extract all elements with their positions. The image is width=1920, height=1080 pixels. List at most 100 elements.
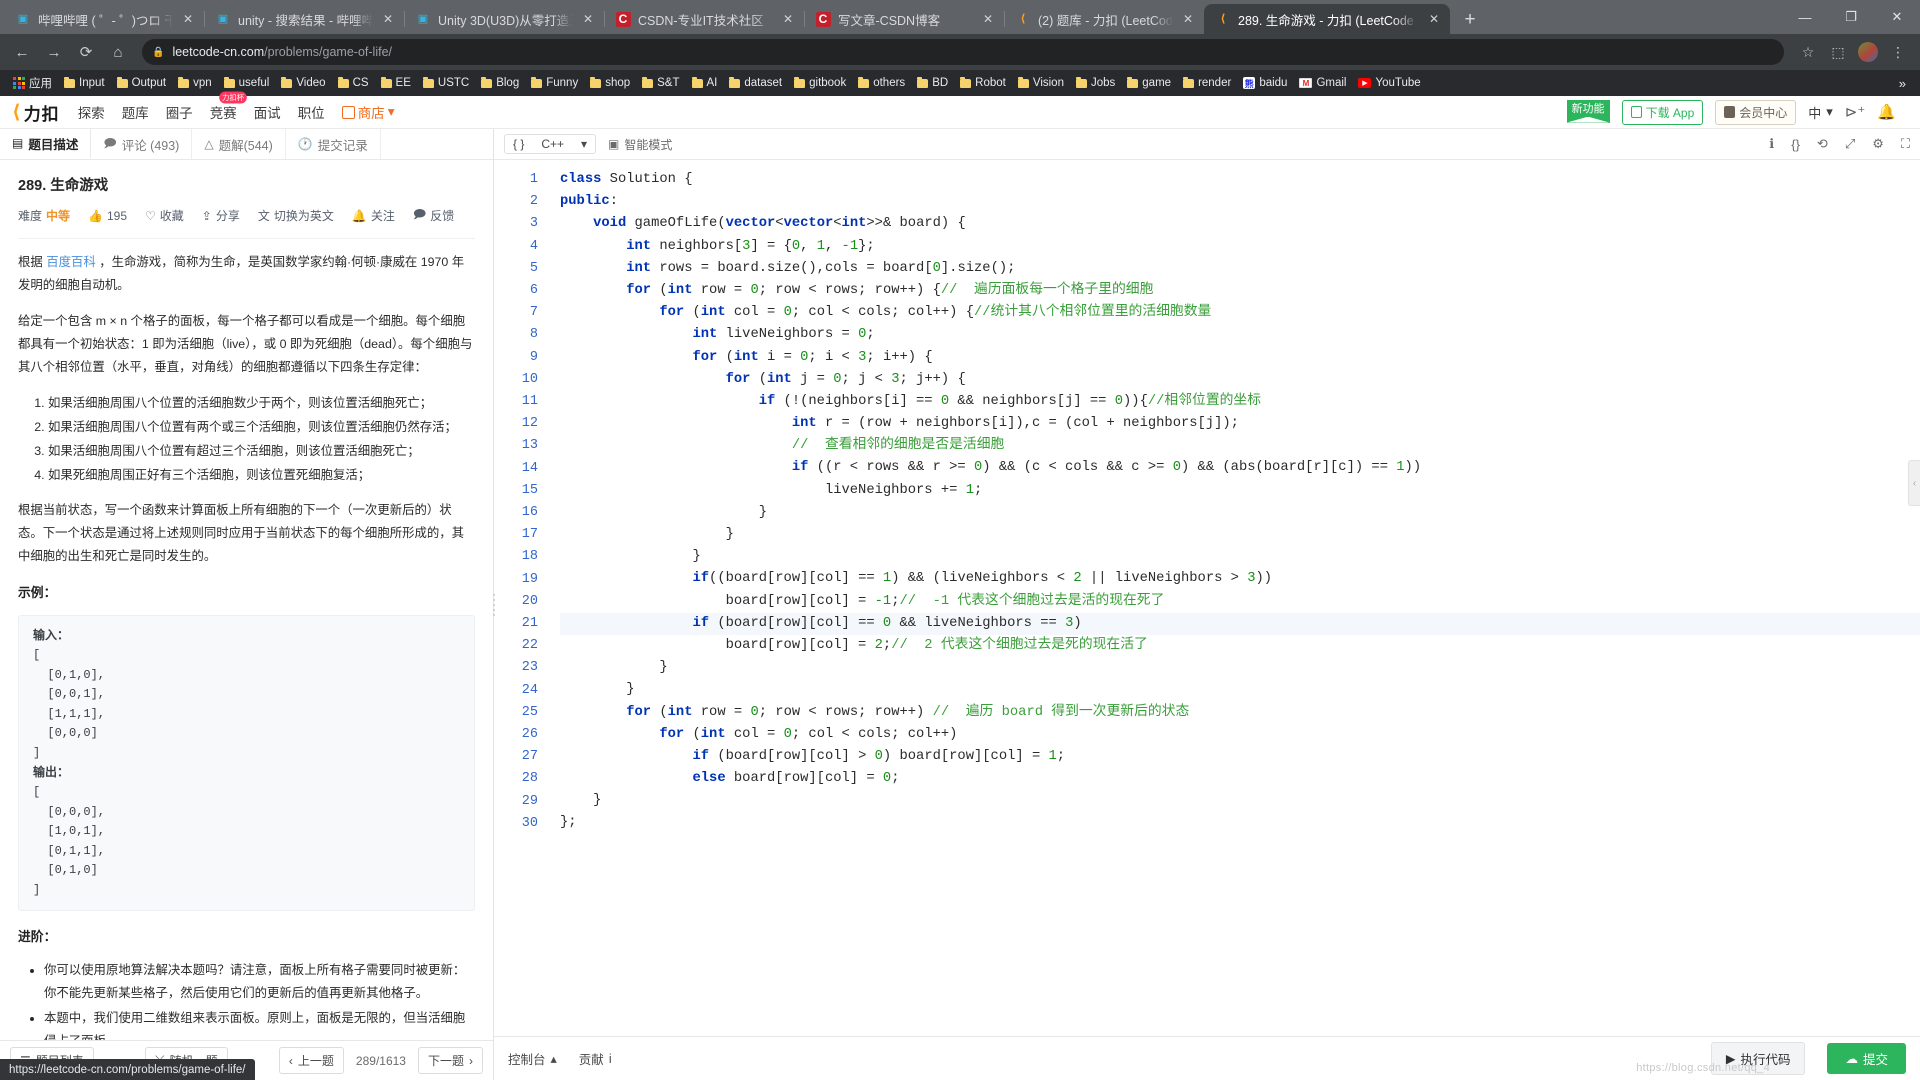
browser-tab[interactable]: C 写文章-CSDN博客 ✕: [804, 4, 1004, 34]
bookmark-vision[interactable]: Vision: [1012, 72, 1070, 94]
nav-item-circle[interactable]: 圈子: [166, 102, 193, 122]
nav-item-explore[interactable]: 探索: [78, 102, 105, 122]
leetcode-logo[interactable]: ⟨ 力扣: [12, 100, 60, 125]
code-text-area[interactable]: class Solution {public: void gameOfLife(…: [550, 160, 1920, 1036]
nav-item-jobs[interactable]: 职位: [298, 102, 325, 122]
bookmark-others[interactable]: others: [852, 72, 911, 94]
bookmarks-overflow-button[interactable]: »: [1892, 76, 1913, 91]
nav-item-problems[interactable]: 题库: [122, 102, 149, 122]
submit-button[interactable]: ☁ 提交: [1827, 1043, 1906, 1074]
bookmark-cs[interactable]: CS: [332, 72, 375, 94]
share-button[interactable]: ⇪ 分享: [202, 207, 240, 224]
address-bar[interactable]: 🔒 leetcode-cn.com/problems/game-of-life/: [142, 39, 1784, 65]
browser-tab[interactable]: ▣ 哔哩哔哩 ( ゜- ゜)つロ 干杯~-bili ✕: [4, 4, 204, 34]
line-number: 4: [529, 238, 538, 254]
forward-button[interactable]: →: [40, 38, 68, 66]
feedback-button[interactable]: 🗩 反馈: [413, 205, 454, 226]
next-problem-button[interactable]: 下一题 ›: [417, 1047, 483, 1074]
bookmark-apps[interactable]: 应用: [7, 72, 58, 94]
pane-resize-handle[interactable]: [489, 584, 498, 626]
translate-button[interactable]: 文 切换为英文: [258, 207, 334, 224]
maximize-button[interactable]: ❐: [1828, 0, 1874, 34]
tab-comments[interactable]: 🗩 评论 (493): [91, 129, 193, 159]
fullscreen-width-icon[interactable]: ⤢: [1845, 136, 1855, 152]
code-line: int r = (row + neighbors[i]),c = (col + …: [791, 416, 1239, 432]
nav-item-contest[interactable]: 竞赛 力扣杯: [210, 91, 247, 122]
likes-button[interactable]: 👍 195: [88, 209, 127, 223]
bookmark-render[interactable]: render: [1177, 72, 1237, 94]
bookmark-st[interactable]: S&T: [636, 72, 685, 94]
home-button[interactable]: ⌂: [104, 38, 132, 66]
bookmark-ee[interactable]: EE: [375, 72, 417, 94]
language-selector[interactable]: 中 ▾: [1808, 103, 1833, 122]
bookmark-funny[interactable]: Funny: [525, 72, 584, 94]
code-editor[interactable]: 1 2 3 4 5 6 7 8 9 10 11 12 13 14 15 16 1…: [494, 160, 1920, 1036]
settings-icon[interactable]: ⚙: [1872, 136, 1884, 152]
baike-link[interactable]: 百度百科: [46, 255, 96, 269]
bookmark-video[interactable]: Video: [275, 72, 331, 94]
braces-icon[interactable]: {}: [1791, 137, 1800, 152]
bookmark-jobs[interactable]: Jobs: [1070, 72, 1121, 94]
console-toggle[interactable]: 控制台 ▴: [508, 1049, 557, 1068]
info-icon[interactable]: ℹ: [1769, 136, 1774, 152]
reload-button[interactable]: ⟳: [72, 38, 100, 66]
bookmark-star-icon[interactable]: ☆: [1794, 38, 1822, 66]
favorite-button[interactable]: ♡ 收藏: [145, 207, 184, 224]
code-line: }: [560, 682, 635, 698]
bookmark-ustc[interactable]: USTC: [417, 72, 475, 94]
bookmark-youtube[interactable]: ▶ YouTube: [1352, 72, 1426, 94]
browser-tab[interactable]: ▣ Unity 3D(U3D)从零打造王者荣 ✕: [404, 4, 604, 34]
browser-tab[interactable]: C CSDN-专业IT技术社区 ✕: [604, 4, 804, 34]
nav-item-interview[interactable]: 面试: [254, 102, 281, 122]
close-icon[interactable]: ✕: [1180, 12, 1196, 26]
bookmark-label: baidu: [1259, 77, 1288, 89]
bookmark-dataset[interactable]: dataset: [723, 72, 788, 94]
bookmark-output[interactable]: Output: [111, 72, 173, 94]
bookmark-vpn[interactable]: vpn: [172, 72, 218, 94]
tab-submissions[interactable]: 🕐 提交记录: [286, 129, 381, 159]
smart-mode-toggle[interactable]: ▣ 智能模式: [608, 136, 672, 153]
follow-button[interactable]: 🔔 关注: [352, 207, 395, 224]
prev-problem-button[interactable]: ‹ 上一题: [278, 1047, 344, 1074]
bookmark-baidu[interactable]: 熊 baidu: [1237, 72, 1293, 94]
nav-item-shop[interactable]: 商店 ▾: [341, 102, 394, 122]
close-icon[interactable]: ✕: [980, 12, 996, 26]
minimize-button[interactable]: —: [1782, 0, 1828, 34]
bookmark-robot[interactable]: Robot: [954, 72, 1012, 94]
tab-solutions[interactable]: △ 题解(544): [192, 129, 286, 159]
reset-icon[interactable]: ⟲: [1817, 136, 1828, 152]
language-select[interactable]: { } C++ ▾: [504, 134, 596, 154]
profile-avatar[interactable]: [1854, 38, 1882, 66]
contribute-button[interactable]: 贡献 i: [579, 1049, 612, 1068]
browser-tab-active[interactable]: ⟨ 289. 生命游戏 - 力扣 (LeetCode ✕: [1204, 4, 1450, 34]
expand-icon[interactable]: ⛶: [1901, 136, 1910, 152]
bookmark-bd[interactable]: BD: [911, 72, 954, 94]
bell-icon[interactable]: 🔔: [1877, 103, 1896, 121]
browser-tab[interactable]: ⟨ (2) 题库 - 力扣 (LeetCode) 全球 ✕: [1004, 4, 1204, 34]
download-app-button[interactable]: 下载 App: [1621, 99, 1704, 125]
bookmark-gmail[interactable]: M Gmail: [1293, 72, 1352, 94]
leetcode-icon: ⟨: [1020, 12, 1026, 25]
member-center-button[interactable]: 会员中心: [1715, 99, 1797, 125]
close-icon[interactable]: ✕: [380, 12, 396, 26]
problem-scroll-area[interactable]: 289. 生命游戏 难度 中等 👍 195 ♡ 收藏 ⇪ 分享 文 切换为英文 …: [0, 160, 493, 1080]
close-icon[interactable]: ✕: [1426, 12, 1442, 26]
tab-description[interactable]: ▤ 题目描述: [0, 129, 92, 159]
bookmark-shop[interactable]: shop: [584, 72, 636, 94]
bookmark-gitbook[interactable]: gitbook: [788, 72, 852, 94]
extension-icon[interactable]: ⬚: [1824, 38, 1852, 66]
bookmark-input[interactable]: Input: [58, 72, 111, 94]
new-tab-button[interactable]: +: [1456, 6, 1484, 34]
close-icon[interactable]: ✕: [580, 12, 596, 26]
bookmark-ai[interactable]: AI: [686, 72, 724, 94]
invite-icon[interactable]: ⊳⁺: [1845, 103, 1866, 121]
bookmark-blog[interactable]: Blog: [475, 72, 525, 94]
browser-menu-icon[interactable]: ⋮: [1884, 38, 1912, 66]
close-icon[interactable]: ✕: [180, 12, 196, 26]
close-icon[interactable]: ✕: [780, 12, 796, 26]
close-window-button[interactable]: ✕: [1874, 0, 1920, 34]
back-button[interactable]: ←: [8, 38, 36, 66]
bookmark-game[interactable]: game: [1121, 72, 1177, 94]
browser-tab[interactable]: ▣ unity - 搜索结果 - 哔哩哔哩弹幕 ✕: [204, 4, 404, 34]
editor-scroll-tab[interactable]: ‹: [1908, 460, 1920, 506]
